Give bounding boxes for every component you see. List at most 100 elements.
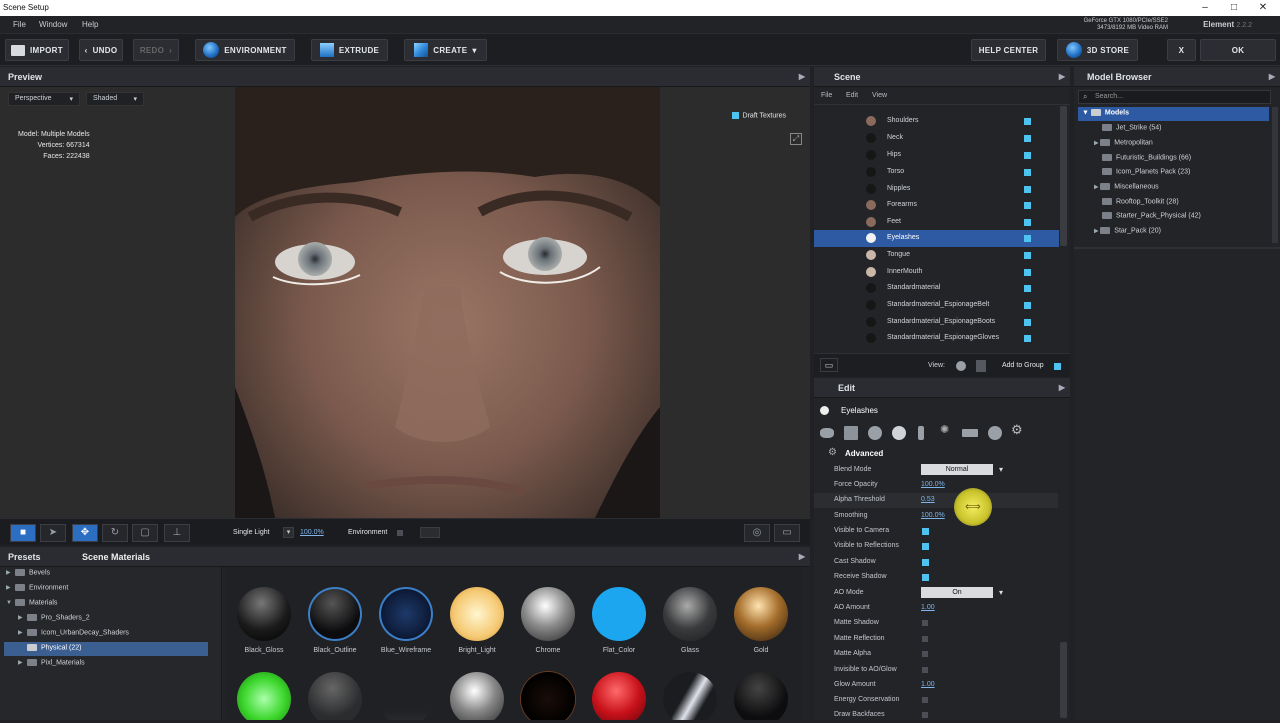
visibility-checkbox[interactable] (1024, 152, 1031, 159)
reflection-tab-icon[interactable] (892, 426, 906, 440)
ok-button[interactable]: OK (1200, 39, 1276, 61)
panel-collapse-icon[interactable]: ▶ (1269, 72, 1275, 81)
sphere-view-icon[interactable] (956, 361, 966, 371)
scene-row[interactable]: Feet (814, 214, 1059, 231)
tree-item[interactable]: ▼ Materials (6, 599, 206, 613)
maximize-button[interactable]: □ (1219, 0, 1249, 16)
scene-row[interactable]: Neck (814, 130, 1059, 147)
energy-conservation-checkbox[interactable] (922, 697, 928, 703)
import-button[interactable]: IMPORT (5, 39, 69, 61)
ao-amount-value[interactable]: 1.00 (921, 604, 935, 611)
cancel-button[interactable]: X (1167, 39, 1196, 61)
visibility-checkbox[interactable] (1024, 335, 1031, 342)
rotate-icon[interactable]: ↻ (102, 524, 128, 542)
scene-row[interactable]: Standardmaterial_EspionageGloves (814, 330, 1059, 347)
visible-reflections-checkbox[interactable] (922, 543, 929, 550)
panel-collapse-icon[interactable]: ▶ (1059, 72, 1065, 81)
visibility-checkbox[interactable] (1024, 302, 1031, 309)
visibility-checkbox[interactable] (1024, 186, 1031, 193)
draft-textures-toggle[interactable]: Draft Textures (731, 112, 786, 119)
ao-mode-dropdown[interactable]: On (921, 587, 1003, 598)
move-icon[interactable]: ✥ (72, 524, 98, 542)
close-window-button[interactable]: ✕ (1248, 0, 1278, 16)
visibility-checkbox[interactable] (1024, 269, 1031, 276)
scene-scrollbar[interactable] (1060, 106, 1067, 246)
browser-item[interactable]: Icom_Planets Pack (23) (1102, 168, 1190, 182)
tab-presets[interactable]: Presets (8, 552, 41, 562)
tree-item[interactable]: ▶ Pro_Shaders_2 (18, 614, 206, 628)
smoothing-value[interactable]: 100.0% (921, 512, 945, 519)
expand-icon[interactable]: ⤢ (790, 133, 802, 145)
scene-row[interactable]: Standardmaterial (814, 280, 1059, 297)
light-tab-icon[interactable]: ✺ (940, 423, 952, 437)
add-to-group-label[interactable]: Add to Group (1002, 362, 1044, 369)
panel-collapse-icon[interactable]: ▶ (1059, 383, 1065, 392)
collapse-icon[interactable]: ▼ (6, 600, 15, 606)
material-swatch[interactable] (445, 672, 509, 720)
material-swatch[interactable] (232, 672, 296, 720)
browser-item[interactable]: Starter_Pack_Physical (42) (1102, 212, 1201, 226)
camera-icon[interactable]: ■ (10, 524, 36, 542)
browser-scrollbar[interactable] (1272, 107, 1278, 243)
blend-mode-dropdown[interactable]: Normal (921, 464, 1003, 475)
edit-scrollbar[interactable] (1060, 642, 1067, 718)
material-swatch[interactable]: Glass (658, 587, 722, 654)
material-swatch[interactable] (587, 672, 651, 720)
scene-row[interactable]: Torso (814, 164, 1059, 181)
scale-icon[interactable]: ▢ (132, 524, 158, 542)
expand-icon[interactable]: ▶ (18, 614, 27, 621)
shading-tab-icon[interactable] (868, 426, 882, 440)
scene-row[interactable]: Hips (814, 147, 1059, 164)
material-swatch[interactable] (729, 672, 793, 720)
cast-shadow-checkbox[interactable] (922, 559, 929, 566)
visibility-checkbox[interactable] (1024, 219, 1031, 226)
tree-item[interactable]: ▶ Bevels (6, 569, 206, 583)
expand-icon[interactable]: ▶ (6, 584, 15, 591)
scene-menu-edit[interactable]: Edit (846, 92, 858, 99)
matte-reflection-checkbox[interactable] (922, 636, 928, 642)
material-swatch[interactable] (516, 672, 580, 720)
visibility-checkbox[interactable] (1024, 169, 1031, 176)
light-percent[interactable]: 100.0% (300, 529, 324, 536)
glow-amount-value[interactable]: 1.00 (921, 681, 935, 688)
create-button[interactable]: CREATE ▾ (404, 39, 487, 61)
tree-item-selected[interactable]: Physical (22) (4, 642, 208, 656)
scene-row[interactable]: InnerMouth (814, 264, 1059, 281)
tree-item[interactable]: ▶ Icom_UrbanDecay_Shaders (18, 629, 206, 643)
menu-file[interactable]: File (13, 20, 26, 29)
material-swatch[interactable]: Blue_Wireframe (374, 587, 438, 654)
menu-window[interactable]: Window (39, 20, 67, 29)
scene-menu-view[interactable]: View (872, 92, 887, 99)
panel-collapse-icon[interactable]: ▶ (799, 72, 805, 81)
material-swatch[interactable] (374, 672, 438, 720)
screen-icon[interactable]: ▭ (774, 524, 800, 542)
pattern-tab-icon[interactable] (988, 426, 1002, 440)
material-swatch[interactable]: Black_Outline (303, 587, 367, 654)
undo-button[interactable]: ‹ UNDO (79, 39, 123, 61)
draft-checkbox[interactable] (731, 112, 739, 119)
receive-shadow-checkbox[interactable] (922, 574, 929, 581)
material-swatch[interactable]: Gold (729, 587, 793, 654)
browser-item[interactable]: Jet_Strike (54) (1102, 124, 1162, 138)
add-to-group-checkbox[interactable] (1054, 363, 1061, 370)
scene-menu-file[interactable]: File (821, 92, 832, 99)
environment-swatch[interactable] (420, 527, 440, 538)
collapse-icon[interactable]: ▼ (1082, 109, 1091, 116)
browser-item[interactable]: ▶ Metropolitan (1094, 139, 1153, 153)
material-swatch[interactable] (303, 672, 367, 720)
expand-icon[interactable]: ▶ (18, 659, 27, 666)
expand-icon[interactable]: ▶ (6, 569, 15, 576)
scene-row[interactable]: Forearms (814, 197, 1059, 214)
tree-item[interactable]: ▶ Pixl_Materials (18, 659, 206, 673)
shading-dropdown[interactable]: Shaded ▾ (86, 92, 144, 106)
material-swatch[interactable]: Flat_Color (587, 587, 651, 654)
extrude-button[interactable]: EXTRUDE (311, 39, 388, 61)
scene-row[interactable]: Nipples (814, 181, 1059, 198)
visibility-checkbox[interactable] (1024, 319, 1031, 326)
visibility-checkbox[interactable] (1024, 118, 1031, 125)
scene-row-selected[interactable]: Eyelashes (814, 230, 1059, 247)
list-view-icon[interactable] (976, 360, 986, 372)
visibility-checkbox[interactable] (1024, 235, 1031, 242)
environment-checkbox[interactable] (397, 530, 403, 536)
scene-row[interactable]: Tongue (814, 247, 1059, 264)
